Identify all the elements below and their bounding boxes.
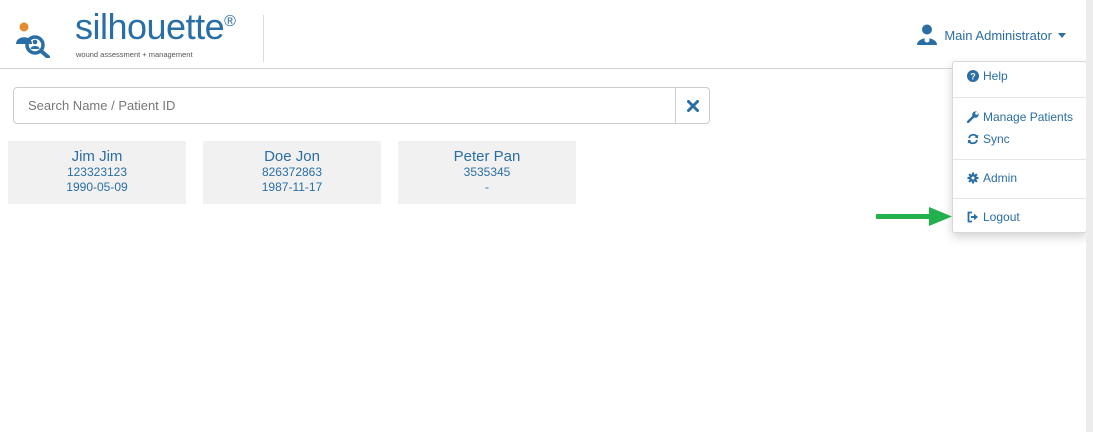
menu-divider <box>953 159 1086 160</box>
chevron-down-icon <box>1058 32 1066 38</box>
user-name: Main Administrator <box>944 27 1052 43</box>
menu-item-label: Admin <box>983 171 1018 185</box>
svg-text:?: ? <box>970 71 976 81</box>
scrollbar[interactable] <box>1086 0 1093 432</box>
patient-card[interactable]: Peter Pan 3535345 - <box>398 141 576 204</box>
menu-divider <box>953 97 1086 98</box>
header-divider <box>263 15 264 62</box>
patient-card[interactable]: Doe Jon 826372863 1987-11-17 <box>203 141 381 204</box>
patient-id: 3535345 <box>463 165 511 179</box>
user-icon <box>917 24 938 45</box>
menu-item-help[interactable]: ? Help <box>967 69 1008 83</box>
menu-divider <box>953 198 1086 199</box>
user-dropdown-menu: ? Help Manage Patients Sync Admin Logout <box>952 61 1087 233</box>
search-input[interactable] <box>14 88 675 123</box>
patient-id: 826372863 <box>261 165 323 179</box>
menu-item-label: Help <box>983 69 1008 83</box>
wrench-icon <box>967 111 979 123</box>
brand-tagline: wound assessment + management <box>76 50 193 59</box>
help-icon: ? <box>967 70 979 82</box>
arrow-icon <box>876 207 952 226</box>
patient-name: Peter Pan <box>453 148 521 165</box>
gear-icon <box>967 172 979 184</box>
app-logo[interactable]: silhouette® wound assessment + managemen… <box>14 6 264 62</box>
menu-item-admin[interactable]: Admin <box>967 171 1017 185</box>
patient-dob: 1987-11-17 <box>261 180 323 194</box>
patient-id: 123323123 <box>66 165 128 179</box>
patient-dob: 1990-05-09 <box>66 180 128 194</box>
logo-icon <box>16 22 50 58</box>
menu-item-label: Sync <box>983 132 1010 146</box>
patient-list: Jim Jim 123323123 1990-05-09 Doe Jon 826… <box>8 141 576 204</box>
brand-name: silhouette® <box>75 6 236 47</box>
clear-search-button[interactable] <box>675 88 709 123</box>
brand-mark: ® <box>224 13 236 30</box>
patient-dob: - <box>485 180 489 194</box>
patient-name: Jim Jim <box>71 148 123 165</box>
search-box <box>13 87 710 124</box>
menu-item-logout[interactable]: Logout <box>967 210 1020 224</box>
clear-icon <box>686 99 699 112</box>
header: silhouette® wound assessment + managemen… <box>0 0 1086 69</box>
logout-icon <box>967 211 978 223</box>
patient-card[interactable]: Jim Jim 123323123 1990-05-09 <box>8 141 186 204</box>
menu-item-label: Manage Patients <box>983 110 1074 124</box>
patient-name: Doe Jon <box>264 148 320 165</box>
user-menu-toggle[interactable]: Main Administrator <box>916 23 1066 47</box>
sync-icon <box>967 133 979 145</box>
menu-item-manage-patients[interactable]: Manage Patients <box>967 110 1073 124</box>
menu-item-sync[interactable]: Sync <box>967 132 1010 146</box>
menu-item-label: Logout <box>983 210 1020 224</box>
